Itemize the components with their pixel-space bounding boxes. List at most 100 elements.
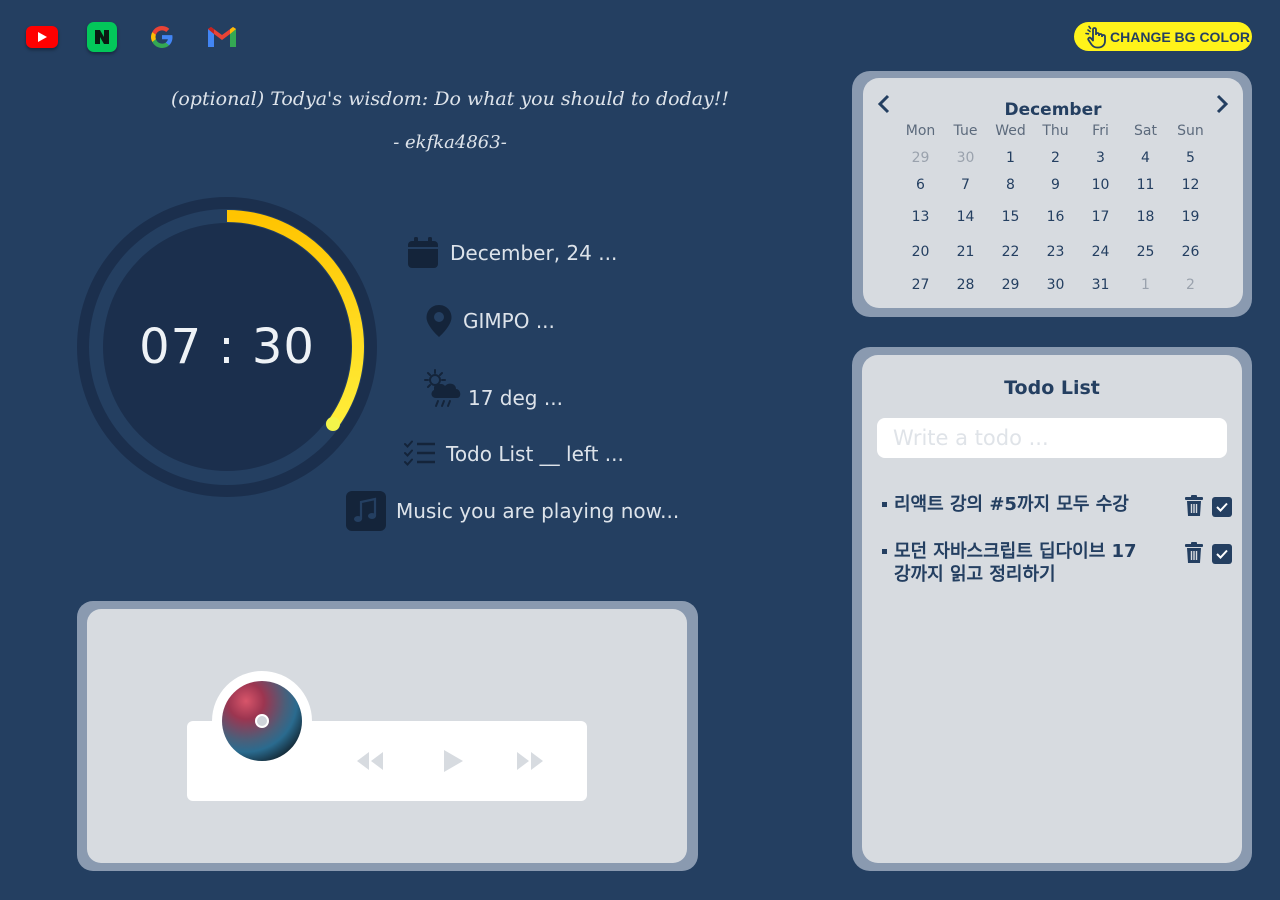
todo-summary-row: Todo List __ left ... [404,440,624,468]
todo-item-text: 모던 자바스크립트 딥다이브 17강까지 읽고 정리하기 [894,541,1137,585]
calendar-day[interactable]: 17 [1078,209,1123,244]
music-text: Music you are playing now... [396,499,680,523]
todo-checkbox[interactable] [1212,544,1232,564]
google-shortcut[interactable] [146,22,178,52]
calendar-day[interactable]: 2 [1168,277,1213,304]
location-row: GIMPO ... [425,304,555,338]
change-bg-color-button[interactable]: CHANGE BG COLOR [1074,22,1252,51]
location-pin-icon [426,305,452,337]
calendar-day[interactable]: 13 [898,209,943,244]
calendar-panel: December Mon Tue Wed Thu Fri Sat Sun 29 … [852,71,1252,317]
calendar-day[interactable]: 7 [943,177,988,209]
calendar-day[interactable]: 1 [1123,277,1168,304]
calendar-day[interactable]: 6 [898,177,943,209]
todo-checkbox[interactable] [1212,497,1232,517]
fast-forward-button[interactable] [515,748,545,774]
todo-item: 모던 자바스크립트 딥다이브 17강까지 읽고 정리하기 [882,540,1232,590]
gmail-icon [208,27,236,47]
rewind-button[interactable] [355,748,385,774]
calendar-week-row: 13 14 15 16 17 18 19 [898,209,1218,244]
music-player-panel [77,601,698,871]
calendar-day[interactable]: 5 [1168,150,1213,177]
calendar-day[interactable]: 11 [1123,177,1168,209]
calendar-day[interactable]: 22 [988,244,1033,277]
weather-row: 17 deg ... [422,366,563,410]
calendar-day[interactable]: 20 [898,244,943,277]
calendar-grid: Mon Tue Wed Thu Fri Sat Sun 29 30 1 2 3 … [898,123,1218,304]
calendar-month: December [1004,100,1102,120]
check-icon [1216,549,1228,559]
wisdom-quote: (optional) Todya's wisdom: Do what you s… [170,88,730,110]
calendar-day[interactable]: 28 [943,277,988,304]
calendar-week-row: 27 28 29 30 31 1 2 [898,277,1218,304]
calendar-day[interactable]: 15 [988,209,1033,244]
calendar-day[interactable]: 16 [1033,209,1078,244]
calendar-day[interactable]: 30 [943,150,988,177]
calendar-day[interactable]: 29 [898,150,943,177]
calendar-day[interactable]: 14 [943,209,988,244]
calendar-day[interactable]: 18 [1123,209,1168,244]
calendar-day[interactable]: 10 [1078,177,1123,209]
naver-icon [87,22,117,52]
calendar-day[interactable]: 3 [1078,150,1123,177]
weekday-sun: Sun [1177,123,1204,139]
todo-panel: Todo List 리액트 강의 #5까지 모두 수강 모던 자바스크립트 딥다… [852,347,1252,871]
play-button[interactable] [441,748,465,774]
calendar-day[interactable]: 26 [1168,244,1213,277]
calendar-inner: December Mon Tue Wed Thu Fri Sat Sun 29 … [863,78,1243,308]
calendar-weekday-row: Mon Tue Wed Thu Fri Sat Sun [898,123,1218,150]
change-bg-color-label: CHANGE BG COLOR [1110,28,1250,45]
calendar-day[interactable]: 30 [1033,277,1078,304]
calendar-day[interactable]: 19 [1168,209,1213,244]
calendar-day[interactable]: 8 [988,177,1033,209]
weekday-tue: Tue [953,123,978,139]
calendar-day[interactable]: 21 [943,244,988,277]
calendar-day[interactable]: 29 [988,277,1033,304]
location-text: GIMPO ... [463,309,555,333]
calendar-next-button[interactable] [1214,94,1230,114]
calendar-icon [408,237,438,268]
todo-summary-text: Todo List __ left ... [446,442,624,466]
calendar-day[interactable]: 4 [1123,150,1168,177]
album-disc-holder [212,671,312,771]
check-icon [1216,502,1228,512]
calendar-day[interactable]: 25 [1123,244,1168,277]
weekday-mon: Mon [905,123,936,139]
calendar-week-row: 20 21 22 23 24 25 26 [898,244,1218,277]
calendar-day[interactable]: 31 [1078,277,1123,304]
trash-icon[interactable] [1184,542,1204,564]
calendar-day[interactable]: 23 [1033,244,1078,277]
checklist-icon [404,440,435,466]
calendar-week-row: 29 30 1 2 3 4 5 [898,150,1218,177]
google-icon [151,26,173,48]
weather-cloud-sun-rain-icon [424,369,461,407]
calendar-day[interactable]: 2 [1033,150,1078,177]
todo-input[interactable] [877,418,1227,458]
music-player-inner [87,609,687,863]
youtube-shortcut[interactable] [26,22,58,52]
gmail-shortcut[interactable] [206,22,238,52]
todo-title: Todo List [1004,377,1100,399]
date-row: December, 24 ... [406,236,617,270]
weekday-thu: Thu [1042,123,1069,139]
calendar-day[interactable]: 24 [1078,244,1123,277]
album-disc [222,681,302,761]
trash-icon[interactable] [1184,495,1204,517]
weekday-wed: Wed [995,123,1026,139]
todo-item: 리액트 강의 #5까지 모두 수강 [882,493,1232,523]
youtube-icon [26,26,58,48]
todo-inner: Todo List 리액트 강의 #5까지 모두 수강 모던 자바스크립트 딥다… [862,355,1242,863]
album-disc-hole [255,714,269,728]
calendar-day[interactable]: 12 [1168,177,1213,209]
calendar-week-row: 6 7 8 9 10 11 12 [898,177,1218,209]
wisdom-author: - ekfka4863- [393,132,507,153]
naver-shortcut[interactable] [86,22,118,52]
calendar-day[interactable]: 9 [1033,177,1078,209]
weather-text: 17 deg ... [468,386,563,410]
weekday-sat: Sat [1134,123,1157,139]
calendar-day[interactable]: 1 [988,150,1033,177]
calendar-day[interactable]: 27 [898,277,943,304]
pointer-hand-icon [1085,25,1106,48]
date-text: December, 24 ... [450,241,618,265]
todo-item-text: 리액트 강의 #5까지 모두 수강 [894,494,1129,515]
